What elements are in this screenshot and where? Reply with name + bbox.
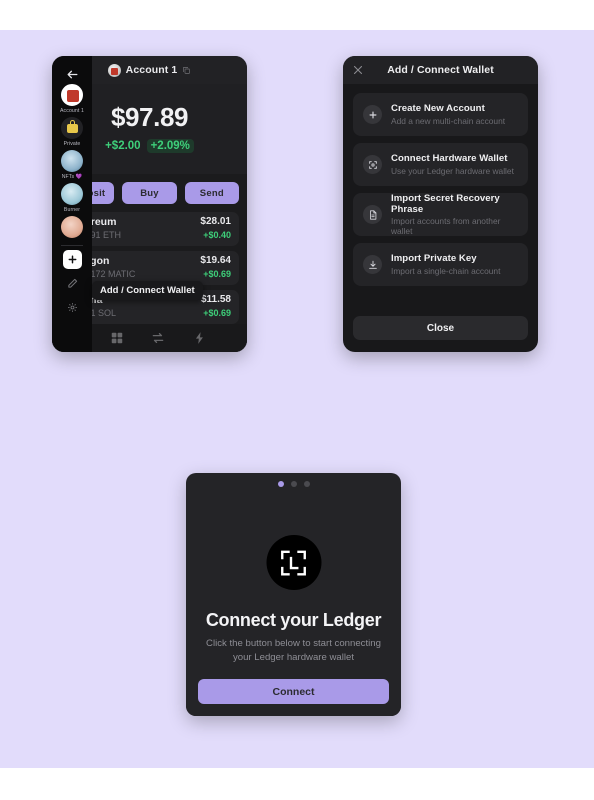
sidebar-item-account-1[interactable]: Account 1 bbox=[52, 84, 92, 117]
add-connect-wallet-modal: Add / Connect Wallet Create New Account … bbox=[343, 56, 538, 352]
add-account-button[interactable] bbox=[62, 250, 82, 269]
token-change: +$0.69 bbox=[203, 308, 231, 318]
token-value: $11.58 bbox=[200, 294, 231, 305]
document-icon bbox=[363, 205, 382, 224]
bolt-icon[interactable] bbox=[193, 331, 207, 345]
connect-button[interactable]: Connect bbox=[198, 679, 389, 704]
avatar bbox=[61, 150, 83, 172]
option-subtitle: Import a single-chain account bbox=[391, 265, 501, 276]
step-dot-1[interactable] bbox=[277, 481, 284, 487]
arrow-left-icon bbox=[67, 70, 77, 78]
sidebar-divider bbox=[61, 245, 83, 246]
delta-absolute: +$2.00 bbox=[105, 140, 141, 152]
ledger-logo-icon bbox=[266, 535, 321, 590]
account-avatar bbox=[107, 63, 121, 77]
copy-icon[interactable] bbox=[182, 66, 191, 75]
sidebar-item-label: Private bbox=[63, 140, 81, 147]
sidebar-item-label: Account 1 bbox=[60, 107, 84, 114]
ledger-content: Connect your Ledger Click the button bel… bbox=[186, 495, 401, 716]
option-subtitle: Import accounts from another wallet bbox=[391, 216, 501, 237]
avatar bbox=[61, 216, 83, 238]
token-value: $19.64 bbox=[200, 255, 231, 266]
avatar bbox=[61, 84, 83, 106]
account-sidebar: Account 1 Private NFTs 💜 Burner bbox=[52, 56, 92, 352]
token-value: $28.01 bbox=[200, 216, 231, 227]
scan-icon bbox=[363, 155, 382, 174]
token-change: +$0.40 bbox=[203, 230, 231, 240]
download-icon bbox=[363, 255, 382, 274]
option-title: Connect Hardware Wallet bbox=[391, 153, 508, 165]
sidebar-item-burner[interactable]: Burner bbox=[52, 183, 92, 216]
plus-icon bbox=[68, 255, 76, 264]
sidebar-item-label: Burner bbox=[63, 206, 81, 213]
step-dot-3[interactable] bbox=[303, 481, 310, 487]
option-title: Create New Account bbox=[391, 103, 485, 115]
close-icon[interactable] bbox=[352, 64, 364, 76]
buy-button[interactable]: Buy bbox=[122, 182, 177, 204]
screenshot-stage: Account 1 $97.89 +$2.00 +2.09% Deposit B… bbox=[0, 0, 594, 800]
option-title: Import Private Key bbox=[391, 253, 477, 265]
gear-icon bbox=[67, 302, 77, 312]
back-button[interactable] bbox=[52, 64, 92, 84]
close-button[interactable]: Close bbox=[353, 316, 528, 340]
option-subtitle: Add a new multi-chain account bbox=[391, 115, 506, 126]
modal-title: Add / Connect Wallet bbox=[387, 64, 494, 76]
sidebar-item-nfts[interactable]: NFTs 💜 bbox=[52, 150, 92, 183]
connect-ledger-panel: Connect your Ledger Click the button bel… bbox=[186, 473, 401, 716]
create-new-account-option[interactable]: Create New Account Add a new multi-chain… bbox=[353, 93, 528, 136]
sidebar-item-private[interactable]: Private bbox=[52, 117, 92, 150]
settings-button[interactable] bbox=[52, 297, 92, 317]
option-subtitle: Use your Ledger hardware wallet bbox=[391, 165, 514, 176]
option-title: Import Secret Recovery Phrase bbox=[391, 192, 500, 215]
add-connect-wallet-tooltip: Add / Connect Wallet bbox=[92, 281, 203, 300]
avatar bbox=[61, 183, 83, 205]
sidebar-item-label: NFTs 💜 bbox=[61, 173, 83, 180]
modal-options-list: Create New Account Add a new multi-chain… bbox=[343, 84, 538, 286]
send-button[interactable]: Send bbox=[184, 182, 239, 204]
import-secret-recovery-phrase-option[interactable]: Import Secret Recovery Phrase Import acc… bbox=[353, 193, 528, 236]
import-private-key-option[interactable]: Import Private Key Import a single-chain… bbox=[353, 243, 528, 286]
swap-icon[interactable] bbox=[151, 331, 165, 345]
pencil-icon bbox=[67, 278, 77, 288]
sidebar-item-extra[interactable] bbox=[52, 216, 92, 242]
plus-icon bbox=[363, 105, 382, 124]
avatar bbox=[61, 117, 83, 139]
token-change: +$0.69 bbox=[203, 269, 231, 279]
step-dot-2[interactable] bbox=[290, 481, 297, 487]
edit-button[interactable] bbox=[52, 273, 92, 293]
connect-hardware-wallet-option[interactable]: Connect Hardware Wallet Use your Ledger … bbox=[353, 143, 528, 186]
step-indicator bbox=[186, 473, 401, 495]
page-title: Connect your Ledger bbox=[205, 610, 382, 630]
wallet-panel: Account 1 $97.89 +$2.00 +2.09% Deposit B… bbox=[52, 56, 247, 352]
grid-icon[interactable] bbox=[110, 331, 124, 345]
delta-percent: +2.09% bbox=[146, 139, 194, 153]
ledger-subtitle: Click the button below to start connecti… bbox=[206, 638, 381, 663]
modal-header: Add / Connect Wallet bbox=[343, 56, 538, 84]
account-name: Account 1 bbox=[125, 64, 178, 76]
